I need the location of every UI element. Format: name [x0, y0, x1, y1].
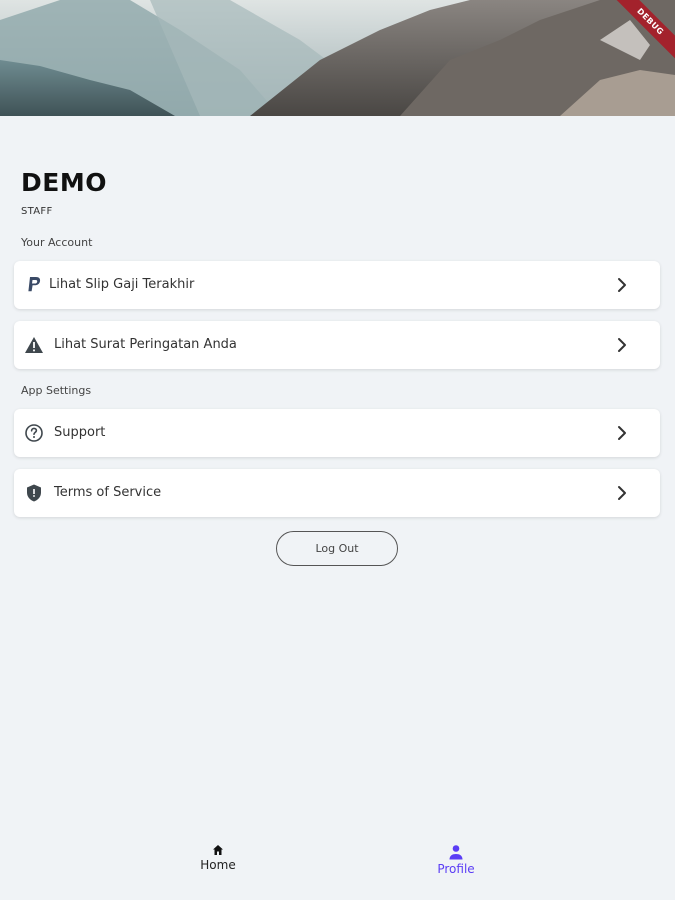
header-image: DEBUG: [0, 0, 675, 116]
chevron-right-icon: [618, 338, 626, 352]
nav-home-label: Home: [200, 858, 236, 872]
home-icon: [213, 845, 223, 855]
section-title-settings: App Settings: [21, 384, 92, 397]
support-label: Support: [54, 425, 106, 440]
warning-letter-menu-item[interactable]: Lihat Surat Peringatan Anda: [14, 321, 660, 369]
warning-letter-label: Lihat Surat Peringatan Anda: [54, 337, 237, 352]
help-circle-icon: [25, 424, 43, 442]
shield-icon: [27, 484, 41, 502]
support-menu-item[interactable]: Support: [14, 409, 660, 457]
section-title-account: Your Account: [21, 236, 93, 249]
profile-role: STAFF: [21, 206, 53, 217]
nav-profile[interactable]: Profile: [396, 844, 516, 876]
chevron-right-icon: [618, 426, 626, 440]
chevron-right-icon: [618, 486, 626, 500]
bottom-nav: Home Profile: [0, 830, 675, 900]
payslip-label: Lihat Slip Gaji Terakhir: [49, 277, 195, 292]
terms-menu-item[interactable]: Terms of Service: [14, 469, 660, 517]
mountain-landscape-image: [0, 0, 675, 116]
profile-name: DEMO: [21, 168, 107, 197]
payslip-menu-item[interactable]: Lihat Slip Gaji Terakhir: [14, 261, 660, 309]
nav-home[interactable]: Home: [158, 844, 278, 872]
logout-button[interactable]: Log Out: [276, 531, 398, 566]
warning-icon: [25, 337, 43, 353]
paypal-icon: [28, 277, 41, 292]
terms-label: Terms of Service: [54, 485, 162, 500]
person-icon: [449, 845, 463, 860]
nav-profile-label: Profile: [437, 862, 475, 876]
chevron-right-icon: [618, 278, 626, 292]
